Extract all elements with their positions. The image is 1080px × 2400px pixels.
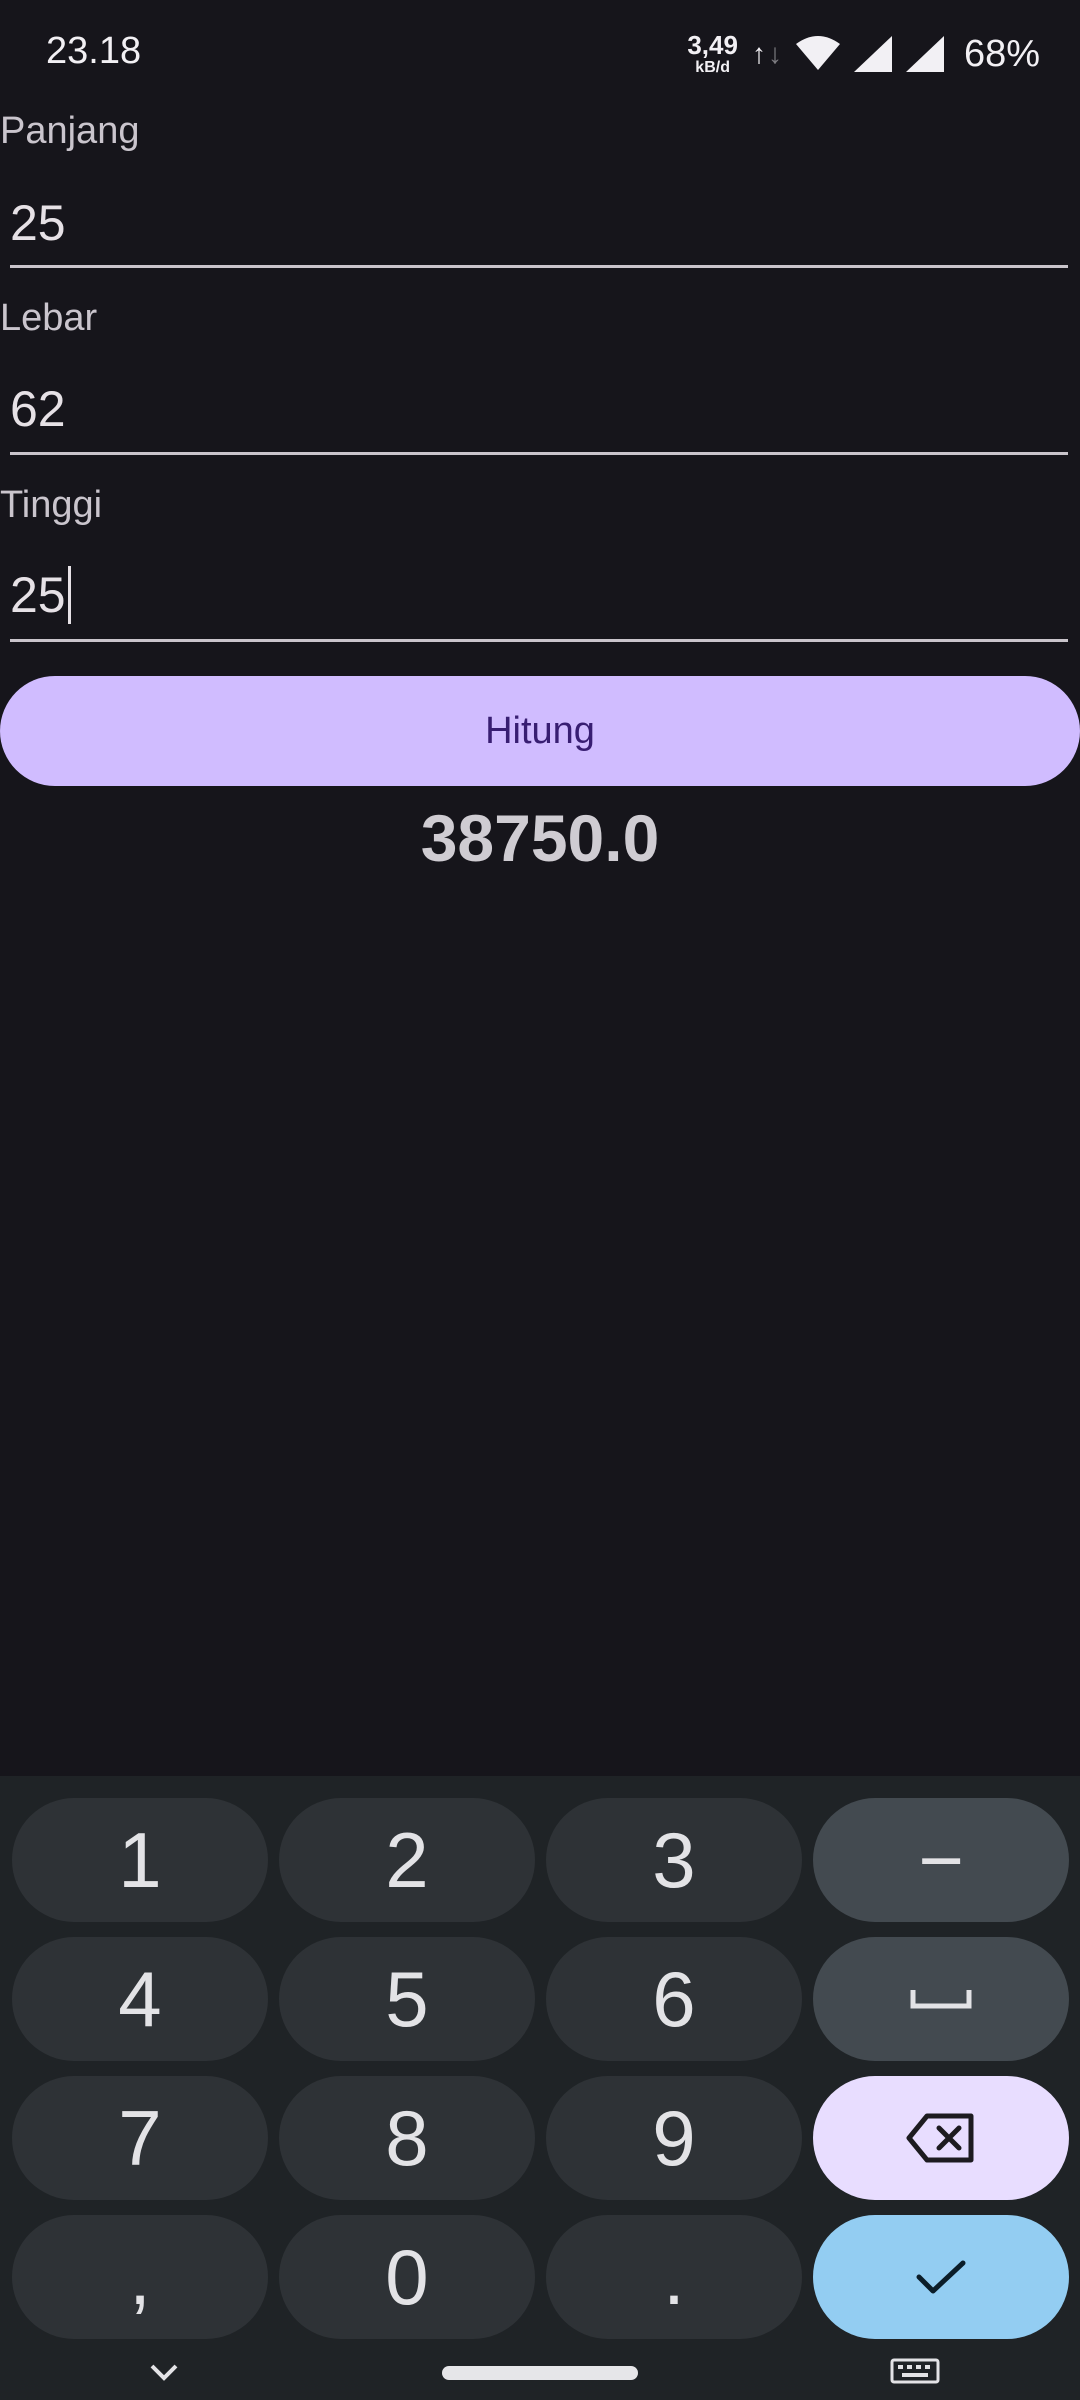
key-8[interactable]: 8: [279, 2076, 535, 2200]
status-bar: 23.18 3,49 kB/d ↑ ↓ 68%: [0, 0, 1080, 110]
hitung-button-label: Hitung: [485, 709, 595, 752]
lebar-input[interactable]: 62: [10, 380, 1068, 442]
key-1[interactable]: 1: [12, 1798, 268, 1922]
lebar-label: Lebar: [0, 297, 98, 339]
key-comma[interactable]: ,: [12, 2215, 268, 2339]
space-icon: [910, 1990, 972, 2009]
keyboard-switch-icon[interactable]: [890, 2358, 940, 2388]
wifi-icon: [795, 36, 840, 70]
key-6[interactable]: 6: [546, 1937, 802, 2061]
lebar-underline: [10, 452, 1068, 455]
upload-arrow-icon: ↑: [751, 38, 766, 69]
tinggi-value: 25: [10, 567, 66, 623]
backspace-icon: [906, 2113, 974, 2163]
tinggi-label: Tinggi: [0, 484, 103, 526]
hitung-button[interactable]: Hitung: [0, 676, 1080, 786]
tinggi-input[interactable]: 25: [10, 565, 1068, 628]
result-text: 38750.0: [420, 801, 660, 875]
panjang-input[interactable]: 25: [10, 194, 1068, 256]
key-backspace[interactable]: [813, 2076, 1069, 2200]
navigation-bar: [0, 2350, 1080, 2400]
lebar-value: 62: [10, 381, 66, 437]
battery-percent: 68%: [963, 32, 1040, 75]
data-activity-icon: ↑ ↓: [752, 38, 782, 70]
key-5[interactable]: 5: [279, 1937, 535, 2061]
clock: 23.18: [46, 30, 142, 72]
numeric-keyboard: 1 2 3 − 4 5 6 7 8 9 , 0 .: [0, 1776, 1080, 2400]
signal-icon-2: [905, 36, 944, 72]
network-speed-unit: kB/d: [695, 59, 730, 76]
tinggi-underline: [10, 639, 1068, 642]
check-icon: [916, 2260, 966, 2294]
key-minus[interactable]: −: [813, 1798, 1069, 1922]
key-done[interactable]: [813, 2215, 1069, 2339]
network-speed: 3,49 kB/d: [687, 32, 738, 76]
hide-keyboard-chevron-icon[interactable]: [146, 2358, 182, 2386]
panjang-underline: [10, 265, 1068, 268]
signal-icon: [853, 36, 892, 72]
panjang-value: 25: [10, 195, 66, 251]
key-7[interactable]: 7: [12, 2076, 268, 2200]
key-0[interactable]: 0: [279, 2215, 535, 2339]
download-arrow-icon: ↓: [767, 38, 782, 69]
key-9[interactable]: 9: [546, 2076, 802, 2200]
key-period[interactable]: .: [546, 2215, 802, 2339]
text-cursor: [67, 565, 71, 624]
panjang-label: Panjang: [0, 110, 140, 152]
key-2[interactable]: 2: [279, 1798, 535, 1922]
status-icons: 3,49 kB/d ↑ ↓ 68%: [687, 28, 1040, 80]
key-3[interactable]: 3: [546, 1798, 802, 1922]
key-4[interactable]: 4: [12, 1937, 268, 2061]
network-speed-value: 3,49: [687, 30, 738, 60]
key-space[interactable]: [813, 1937, 1069, 2061]
home-handle[interactable]: [442, 2366, 638, 2380]
